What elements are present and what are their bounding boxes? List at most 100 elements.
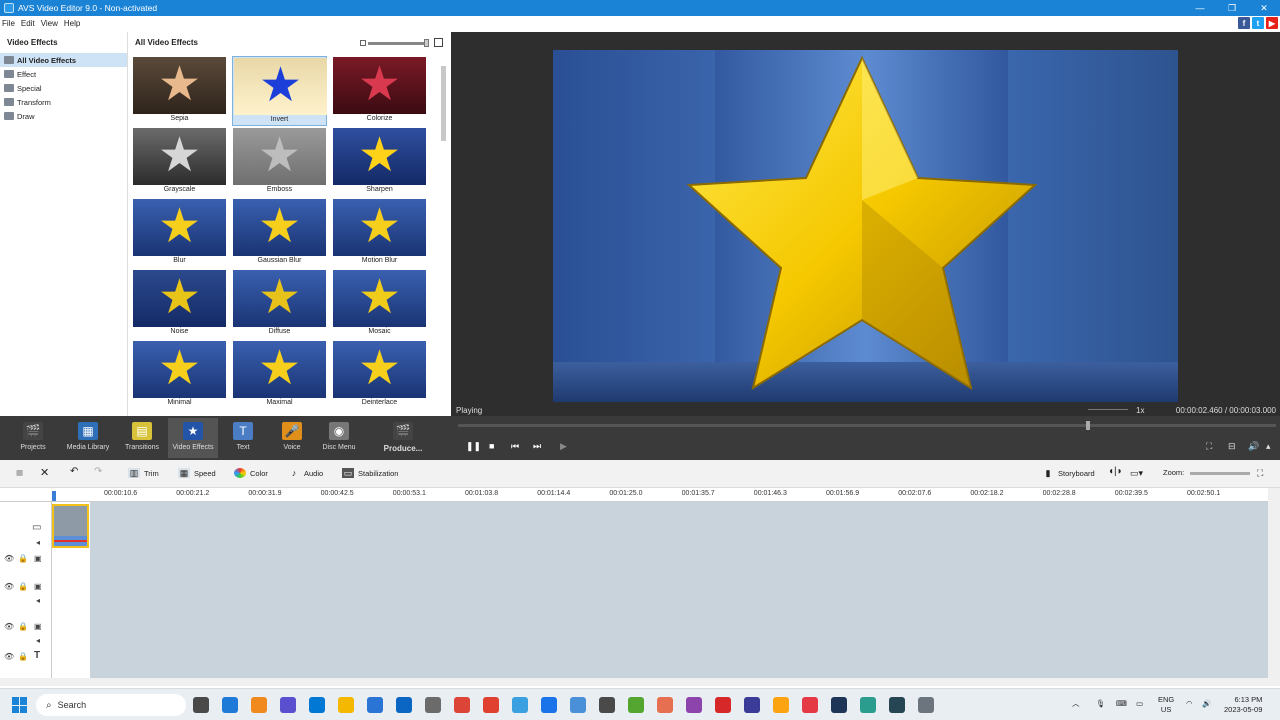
previous-frame-button[interactable]: ⏮	[511, 441, 519, 452]
timeline-vertical-scrollbar[interactable]	[1268, 488, 1280, 678]
timeline-horizontal-scrollbar[interactable]	[0, 678, 1280, 686]
projects-button[interactable]: 🎬 Projects	[8, 418, 58, 458]
effect-tile-grayscale[interactable]: ★ Grayscale	[132, 127, 227, 197]
scrollbar-thumb[interactable]	[441, 66, 446, 141]
category-effect[interactable]: Effect	[0, 67, 127, 81]
effect-tile-diffuse[interactable]: ★ Diffuse	[232, 269, 327, 339]
delete-icon[interactable]: ✕	[40, 466, 49, 479]
redo-icon[interactable]: ↷	[94, 466, 102, 477]
wifi-icon[interactable]: ◠	[1186, 699, 1193, 709]
slider-handle[interactable]	[424, 39, 429, 47]
effect-tile-deinterlace[interactable]: ★ Deinterlace	[332, 340, 427, 410]
effect-tile-motion-blur[interactable]: ★ Motion Blur	[332, 198, 427, 268]
taskbar-app-icon[interactable]	[570, 697, 586, 713]
taskbar-app-icon[interactable]	[599, 697, 615, 713]
stop-button[interactable]: ■	[489, 441, 494, 451]
category-all-video-effects[interactable]: All Video Effects	[0, 53, 127, 67]
lock-icon[interactable]: 🔒	[18, 622, 28, 631]
menu-help[interactable]: Help	[64, 19, 80, 28]
taskbar-app-icon[interactable]	[338, 697, 354, 713]
visibility-icon[interactable]: 👁	[4, 554, 14, 563]
timeline-empty-area[interactable]	[90, 502, 1268, 678]
effect-tile-noise[interactable]: ★ Noise	[132, 269, 227, 339]
produce-button[interactable]: 🎬 Produce...	[378, 418, 428, 458]
taskbar-app-icon[interactable]	[193, 697, 209, 713]
video-clip[interactable]	[52, 504, 89, 548]
trim-button[interactable]: ▥ Trim	[128, 468, 159, 478]
collapse-icon[interactable]: ▴	[1266, 441, 1271, 452]
audio-button[interactable]: ♪ Audio	[288, 468, 323, 478]
effect-tile-blur[interactable]: ★ Blur	[132, 198, 227, 268]
voice-button[interactable]: 🎤 Voice	[267, 418, 317, 458]
category-draw[interactable]: Draw	[0, 109, 127, 123]
disc-menu-button[interactable]: ◉ Disc Menu	[314, 418, 364, 458]
seek-handle[interactable]	[1086, 421, 1090, 430]
taskbar-app-icon[interactable]	[367, 697, 383, 713]
volume-icon[interactable]: 🔊	[1202, 699, 1211, 709]
video-effects-button[interactable]: ★ Video Effects	[168, 418, 218, 458]
taskbar-app-icon[interactable]	[918, 697, 934, 713]
large-thumbnails-icon[interactable]	[434, 38, 443, 47]
microphone-icon[interactable]: 🎙	[1096, 699, 1106, 709]
lock-icon[interactable]: 🔒	[18, 582, 28, 591]
windows-start-icon[interactable]	[12, 697, 28, 713]
effect-tile-colorize[interactable]: ★ Colorize	[332, 56, 427, 126]
effect-tile-sepia[interactable]: ★ Sepia	[132, 56, 227, 126]
taskbar-app-icon[interactable]	[628, 697, 644, 713]
speaker-icon[interactable]: 🔊	[1248, 441, 1259, 452]
display-icon[interactable]: ▭	[1136, 699, 1143, 709]
fit-timeline-icon[interactable]: ⛶	[1257, 468, 1263, 479]
maximize-button[interactable]: ❐	[1216, 0, 1248, 16]
category-special[interactable]: Special	[0, 81, 127, 95]
playback-speed[interactable]: 1x	[1136, 406, 1144, 415]
minimize-button[interactable]: —	[1184, 0, 1216, 16]
taskbar-app-icon[interactable]	[889, 697, 905, 713]
tray-chevron-icon[interactable]: ︿	[1072, 699, 1080, 709]
effect-tile-gaussian-blur[interactable]: ★ Gaussian Blur	[232, 198, 327, 268]
slider-track[interactable]	[368, 42, 428, 45]
keyboard-icon[interactable]: ⌨	[1116, 699, 1127, 709]
text-button[interactable]: T Text	[218, 418, 268, 458]
pause-button[interactable]: ❚❚	[466, 441, 481, 452]
effect-tile-mosaic[interactable]: ★ Mosaic	[332, 269, 427, 339]
playhead[interactable]	[52, 491, 56, 501]
taskbar-app-icon[interactable]	[744, 697, 760, 713]
youtube-icon[interactable]: ▶	[1266, 17, 1278, 29]
taskbar-app-icon[interactable]	[222, 697, 238, 713]
effect-tile-emboss[interactable]: ★ Emboss	[232, 127, 327, 197]
taskbar-app-icon[interactable]	[396, 697, 412, 713]
menu-view[interactable]: View	[41, 19, 58, 28]
visibility-icon[interactable]: 👁	[4, 652, 14, 661]
detach-preview-icon[interactable]: ⊟	[1228, 441, 1236, 452]
taskbar-app-icon[interactable]	[280, 697, 296, 713]
taskbar-app-icon[interactable]	[483, 697, 499, 713]
taskbar-app-icon[interactable]	[802, 697, 818, 713]
color-button[interactable]: Color	[234, 468, 268, 478]
visibility-icon[interactable]: 👁	[4, 582, 14, 591]
next-frame-button[interactable]: ⏭	[533, 441, 541, 452]
effects-scrollbar[interactable]	[440, 54, 448, 416]
seek-bar[interactable]	[458, 421, 1276, 430]
zoom-slider[interactable]	[1190, 472, 1250, 475]
taskbar-app-icon[interactable]	[512, 697, 528, 713]
lock-icon[interactable]: 🔒	[18, 554, 28, 563]
effect-tile-invert[interactable]: ★ Invert	[232, 56, 327, 126]
menu-edit[interactable]: Edit	[21, 19, 35, 28]
visibility-icon[interactable]: 👁	[4, 622, 14, 631]
taskbar-app-icon[interactable]	[715, 697, 731, 713]
undo-icon[interactable]: ↶	[70, 466, 78, 477]
language-indicator[interactable]: ENG US	[1158, 695, 1174, 715]
taskbar-app-icon[interactable]	[425, 697, 441, 713]
menu-file[interactable]: File	[2, 19, 15, 28]
media-library-button[interactable]: ▦ Media Library	[63, 418, 113, 458]
taskbar-app-icon[interactable]	[773, 697, 789, 713]
taskbar-app-icon[interactable]	[251, 697, 267, 713]
volume-button[interactable]: ▶	[560, 441, 567, 452]
preview-frame[interactable]	[553, 50, 1178, 402]
taskbar-search[interactable]: ⌕ Search	[36, 694, 186, 716]
taskbar-app-icon[interactable]	[541, 697, 557, 713]
clock[interactable]: 6:13 PM 2023-05-09	[1224, 695, 1262, 715]
close-button[interactable]: ✕	[1248, 0, 1280, 16]
taskbar-app-icon[interactable]	[454, 697, 470, 713]
effect-tile-maximal[interactable]: ★ Maximal	[232, 340, 327, 410]
